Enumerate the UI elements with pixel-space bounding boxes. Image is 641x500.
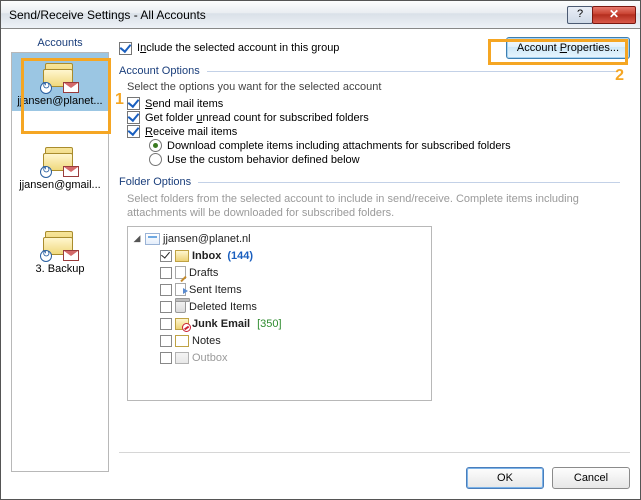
tree-checkbox[interactable] <box>160 318 172 330</box>
account-item-planet[interactable]: jjansen@planet... <box>12 53 108 111</box>
sent-icon <box>175 283 186 296</box>
trash-icon <box>175 300 186 313</box>
ok-button[interactable]: OK <box>466 467 544 489</box>
tree-item-label: Drafts <box>189 267 218 279</box>
folder-options-title: Folder Options <box>119 176 630 188</box>
note-icon <box>175 335 189 347</box>
account-options-desc: Select the options you want for the sele… <box>127 81 630 93</box>
checkbox-icon <box>119 42 132 55</box>
tree-item-inbox[interactable]: Inbox (144) <box>132 247 427 264</box>
junk-icon <box>175 318 189 330</box>
custom-behavior-label: Use the custom behavior defined below <box>167 154 360 166</box>
radio-icon <box>149 139 162 152</box>
cancel-button[interactable]: Cancel <box>552 467 630 489</box>
tree-checkbox[interactable] <box>160 284 172 296</box>
titlebar[interactable]: Send/Receive Settings - All Accounts ? ✕ <box>1 1 640 29</box>
unread-count-label: Get folder unread count for subscribed f… <box>145 112 369 124</box>
unread-count-checkbox[interactable]: Get folder unread count for subscribed f… <box>127 111 630 124</box>
account-item-gmail[interactable]: jjansen@gmail... <box>12 137 108 195</box>
include-account-checkbox[interactable]: Include the selected account in this gro… <box>119 42 500 55</box>
tree-item-label: Junk Email <box>192 318 250 330</box>
tree-item-sent-items[interactable]: Sent Items <box>132 281 427 298</box>
checkbox-icon <box>127 97 140 110</box>
tree-checkbox[interactable] <box>160 267 172 279</box>
tree-checkbox[interactable] <box>160 352 172 364</box>
dialog-window: Send/Receive Settings - All Accounts ? ✕… <box>0 0 641 500</box>
tree-item-label: Sent Items <box>189 284 242 296</box>
tree-checkbox[interactable] <box>160 250 172 262</box>
tree-item-label: Notes <box>192 335 221 347</box>
account-item-backup[interactable]: 3. Backup <box>12 221 108 279</box>
checkbox-icon <box>127 125 140 138</box>
draft-icon <box>175 266 186 279</box>
accounts-list: jjansen@planet... jjansen@gmail... 3. Ba… <box>11 52 109 472</box>
account-properties-button[interactable]: Account Properties... <box>506 37 630 59</box>
tree-item-label: Deleted Items <box>189 301 257 313</box>
collapse-icon[interactable]: ◢ <box>132 233 142 244</box>
tree-item-count: (144) <box>227 250 253 262</box>
tree-item-deleted-items[interactable]: Deleted Items <box>132 298 427 315</box>
accounts-panel: Accounts jjansen@planet... jjansen@gmail… <box>11 37 109 489</box>
tree-item-outbox[interactable]: Outbox <box>132 349 427 366</box>
download-complete-label: Download complete items including attach… <box>167 140 511 152</box>
send-mail-checkbox[interactable]: Send mail items <box>127 97 630 110</box>
folder-options-desc: Select folders from the selected account… <box>127 192 630 220</box>
tree-checkbox[interactable] <box>160 335 172 347</box>
custom-behavior-radio[interactable]: Use the custom behavior defined below <box>149 153 630 166</box>
out-icon <box>175 352 189 364</box>
send-mail-label: Send mail items <box>145 98 223 110</box>
tree-item-notes[interactable]: Notes <box>132 332 427 349</box>
tree-root-label: jjansen@planet.nl <box>163 233 251 245</box>
receive-mail-checkbox[interactable]: Receive mail items <box>127 125 630 138</box>
tree-item-label: Outbox <box>192 352 227 364</box>
account-label: jjansen@gmail... <box>14 179 106 191</box>
account-folder-icon <box>43 61 77 91</box>
download-complete-radio[interactable]: Download complete items including attach… <box>149 139 630 152</box>
account-folder-icon <box>43 229 77 259</box>
include-label: Include the selected account in this gro… <box>137 42 339 54</box>
tree-root[interactable]: ◢ jjansen@planet.nl <box>132 230 427 247</box>
radio-icon <box>149 153 162 166</box>
accounts-header: Accounts <box>11 37 109 49</box>
annotation-number-1: 1 <box>115 91 124 109</box>
close-button[interactable]: ✕ <box>592 6 636 24</box>
account-label: jjansen@planet... <box>14 95 106 107</box>
help-button[interactable]: ? <box>567 6 593 24</box>
tree-checkbox[interactable] <box>160 301 172 313</box>
account-folder-icon <box>43 145 77 175</box>
window-title: Send/Receive Settings - All Accounts <box>9 8 568 22</box>
store-icon <box>145 233 160 245</box>
tree-item-count: [350] <box>257 318 281 330</box>
tree-item-junk-email[interactable]: Junk Email [350] <box>132 315 427 332</box>
folder-icon <box>175 250 189 262</box>
receive-mail-label: Receive mail items <box>145 126 237 138</box>
folder-tree[interactable]: ◢ jjansen@planet.nl Inbox (144) Drafts Sent… <box>127 226 432 401</box>
account-options-title: Account Options <box>119 65 630 77</box>
tree-item-drafts[interactable]: Drafts <box>132 264 427 281</box>
account-label: 3. Backup <box>14 263 106 275</box>
checkbox-icon <box>127 111 140 124</box>
annotation-number-2: 2 <box>615 67 624 85</box>
tree-item-label: Inbox <box>192 250 221 262</box>
